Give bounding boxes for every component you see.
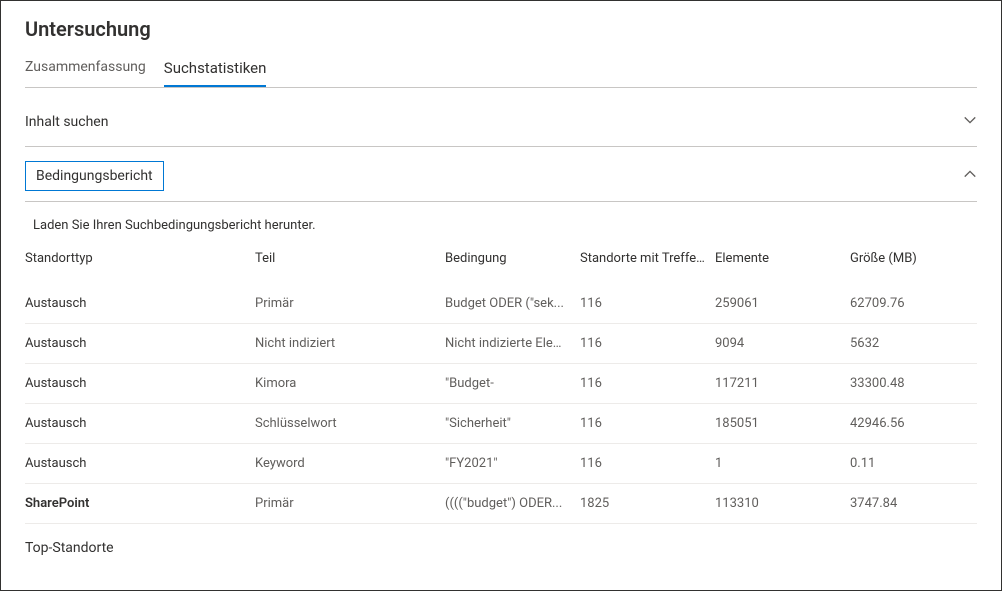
col-location-type: Standorttyp	[25, 251, 255, 266]
chevron-up-icon	[963, 167, 977, 185]
cell-locations_hits: 116	[580, 296, 715, 311]
cell-items: 117211	[715, 376, 850, 391]
cell-size: 5632	[850, 336, 970, 351]
cell-size: 33300.48	[850, 376, 970, 391]
tab-search-statistics[interactable]: Suchstatistiken	[164, 59, 267, 87]
section-condition-report-title: Bedingungsbericht	[25, 161, 164, 191]
table-row[interactable]: AustauschSchlüsselwort"Sicherheit"116185…	[25, 404, 977, 444]
cell-items: 113310	[715, 496, 850, 511]
chevron-down-icon	[963, 113, 977, 131]
cell-condition: Nicht indizierte Elemente	[445, 336, 580, 351]
condition-report-description: Laden Sie Ihren Suchbedingungsbericht he…	[25, 212, 977, 247]
col-part: Teil	[255, 251, 445, 266]
section-search-content[interactable]: Inhalt suchen	[25, 110, 977, 147]
cell-location_type: Austausch	[25, 416, 255, 431]
section-top-locations-title[interactable]: Top-Standorte	[25, 524, 977, 556]
table-row[interactable]: SharePointPrimär(((("budget") ODER...182…	[25, 484, 977, 524]
cell-location_type: Austausch	[25, 336, 255, 351]
col-items: Elemente	[715, 251, 850, 266]
cell-condition: "Sicherheit"	[445, 416, 580, 431]
cell-size: 0.11	[850, 456, 970, 471]
cell-condition: "FY2021"	[445, 456, 580, 471]
cell-part: Primär	[255, 296, 445, 311]
cell-items: 259061	[715, 296, 850, 311]
table-row[interactable]: AustauschKimora"Budget-11611721133300.48	[25, 364, 977, 404]
col-size: Größe (MB)	[850, 251, 970, 266]
cell-part: Keyword	[255, 456, 445, 471]
condition-report-table: Standorttyp Teil Bedingung Standorte mit…	[25, 247, 977, 524]
cell-part: Primär	[255, 496, 445, 511]
cell-locations_hits: 116	[580, 416, 715, 431]
cell-size: 62709.76	[850, 296, 970, 311]
col-condition: Bedingung	[445, 251, 580, 266]
tab-summary[interactable]: Zusammenfassung	[25, 59, 146, 87]
table-header-row: Standorttyp Teil Bedingung Standorte mit…	[25, 247, 977, 284]
table-row[interactable]: AustauschPrimärBudget ODER ("sek...11625…	[25, 284, 977, 324]
tabs: Zusammenfassung Suchstatistiken	[25, 59, 977, 88]
cell-locations_hits: 116	[580, 456, 715, 471]
cell-items: 9094	[715, 336, 850, 351]
section-search-content-title: Inhalt suchen	[25, 110, 108, 134]
cell-locations_hits: 116	[580, 336, 715, 351]
cell-location_type: Austausch	[25, 376, 255, 391]
table-row[interactable]: AustauschNicht indiziertNicht indizierte…	[25, 324, 977, 364]
cell-location_type: SharePoint	[25, 496, 255, 511]
section-condition-report-header[interactable]: Bedingungsbericht	[25, 161, 977, 202]
cell-condition: Budget ODER ("sek...	[445, 296, 580, 311]
cell-part: Schlüsselwort	[255, 416, 445, 431]
cell-locations_hits: 116	[580, 376, 715, 391]
cell-locations_hits: 1825	[580, 496, 715, 511]
section-condition-report: Bedingungsbericht Laden Sie Ihren Suchbe…	[25, 161, 977, 556]
page-title: Untersuchung	[25, 17, 977, 41]
cell-part: Kimora	[255, 376, 445, 391]
table-row[interactable]: AustauschKeyword"FY2021"11610.11	[25, 444, 977, 484]
cell-location_type: Austausch	[25, 456, 255, 471]
cell-size: 42946.56	[850, 416, 970, 431]
cell-part: Nicht indiziert	[255, 336, 445, 351]
cell-items: 1	[715, 456, 850, 471]
cell-size: 3747.84	[850, 496, 970, 511]
cell-condition: (((("budget") ODER...	[445, 496, 580, 511]
col-locations-hits: Standorte mit Treffern	[580, 251, 715, 266]
cell-condition: "Budget-	[445, 376, 580, 391]
cell-location_type: Austausch	[25, 296, 255, 311]
cell-items: 185051	[715, 416, 850, 431]
